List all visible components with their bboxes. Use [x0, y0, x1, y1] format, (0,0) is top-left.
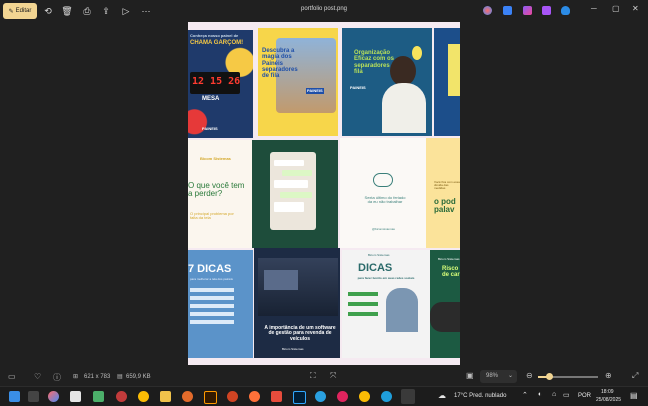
illustrator-icon[interactable] [204, 391, 217, 404]
app-icon[interactable] [271, 391, 282, 402]
actual-size-icon[interactable]: ▣ [466, 371, 474, 380]
dimensions-icon: ⊞ [73, 374, 79, 380]
zoom-slider[interactable] [538, 373, 598, 380]
post-brand: PAINEIS [350, 85, 366, 90]
network-icon[interactable]: ⌂ [552, 391, 556, 398]
post-text: Você fica com essa dúvida das medidas [434, 180, 460, 191]
post-logo: Bicom Sistemas [368, 253, 390, 257]
clock-display: 12 15 26 [192, 76, 241, 87]
post-dicas-redes: Bicom Sistemas DICAS para fazer bonito e… [342, 250, 430, 358]
chrome-icon[interactable] [359, 391, 370, 402]
post-text: para fazer bonito em suas redes sociais [357, 276, 415, 280]
close-icon[interactable]: ✕ [632, 4, 639, 13]
copilot-taskbar-icon[interactable] [48, 391, 59, 402]
filmstrip-icon[interactable]: ▭ [8, 372, 16, 381]
post-title: Descubra a magia dos Painéis separadores… [262, 48, 298, 80]
post-text: para melhorar a tela dos painéis [190, 277, 233, 281]
post-title: DICAS [358, 262, 393, 274]
task-view-icon[interactable] [28, 391, 39, 402]
post-chama-garcom: Conheça nosso painel de CHAMA GARÇOM! 12… [188, 30, 253, 138]
post-title: A importância de um software de gestão p… [264, 325, 336, 342]
compare-icon[interactable]: ⤧ [330, 371, 336, 381]
clock-date[interactable]: 25/08/2025 [596, 397, 621, 403]
app-icon[interactable] [182, 391, 193, 402]
clipchamp-icon[interactable] [523, 6, 532, 15]
photos-taskbar-icon[interactable] [401, 389, 415, 404]
chrome-icon[interactable] [138, 391, 149, 402]
post-sexta-feriado: Sexta último do feriado da eu não trabal… [340, 138, 430, 248]
weather-icon: ☁ [438, 391, 446, 400]
notification-icon[interactable]: ▤ [630, 391, 638, 400]
post-brand: PAINEIS [202, 126, 218, 131]
minimize-icon[interactable]: ─ [591, 4, 597, 13]
post-partial-right-1 [434, 28, 460, 136]
post-badge: PAINEIS [306, 88, 324, 95]
image-dimensions: 621 x 783 [84, 374, 111, 380]
edge-icon[interactable] [381, 391, 392, 402]
file-explorer-icon[interactable] [160, 391, 171, 402]
post-partial-right-3: Bicom Sistemas Risco de car [430, 250, 460, 358]
post-paineis-separadores: Descubra a magia dos Painéis separadores… [258, 28, 338, 136]
post-partial-right-2: Você fica com essa dúvida das medidas o … [426, 138, 460, 248]
post-software-gestao: A importância de um software de gestão p… [254, 248, 340, 358]
start-windows-icon[interactable] [9, 391, 20, 402]
fit-screen-icon[interactable]: ⛶ [310, 371, 316, 381]
photos-app-icon[interactable] [542, 6, 551, 15]
post-text: Conheça nosso painel de [190, 33, 239, 38]
info-icon[interactable]: ⓘ [53, 372, 61, 383]
zoom-slider-thumb[interactable] [546, 373, 553, 380]
zoom-select[interactable]: 98% ⌄ [480, 370, 517, 383]
post-logo: Bicom Sistemas [200, 156, 231, 161]
tray-icon[interactable]: ◐ [538, 391, 542, 398]
image-canvas[interactable]: Conheça nosso painel de CHAMA GARÇOM! 12… [188, 22, 460, 365]
clock-time[interactable]: 18:09 [601, 389, 614, 395]
onedrive-icon[interactable] [561, 6, 570, 15]
app-icon[interactable] [227, 391, 238, 402]
battery-icon[interactable]: ▭ [563, 391, 570, 399]
photoshop-icon[interactable] [293, 391, 306, 404]
chevron-up-icon[interactable]: ⌃ [522, 391, 528, 399]
chevron-down-icon: ⌄ [508, 373, 514, 379]
top-toolbar: ✎ Editar ⟲ 🗑 ⎙ ⇪ ▷ ⋯ portfolio post.png … [0, 0, 648, 22]
status-bar: ▭ ♡ ⓘ ⊞ 621 x 783 ▤ 659,9 KB ⛶ ⤧ ▣ 98% ⌄… [0, 368, 648, 386]
post-caption: Sexta último do feriado da eu não trabal… [364, 195, 406, 205]
zoom-out-icon[interactable]: ⊖ [526, 371, 533, 380]
app-icon[interactable] [93, 391, 104, 402]
post-title: O que você tem a perder? [188, 181, 245, 199]
post-title: o pod palav [434, 197, 456, 215]
zoom-value: 98% [486, 373, 499, 379]
file-size: 659,9 KB [126, 374, 151, 380]
app-icon[interactable] [337, 391, 348, 402]
weather-text[interactable]: 17°C Pred. nublado [454, 393, 506, 399]
app-icon[interactable] [116, 391, 127, 402]
post-logo: Bicom Sistemas [438, 257, 460, 261]
telegram-icon[interactable] [315, 391, 326, 402]
maximize-icon[interactable]: ▢ [612, 4, 620, 13]
filesize-icon: ▤ [117, 374, 123, 380]
fullscreen-icon[interactable]: ⤢ [632, 371, 638, 381]
post-handle: @bicomsistemas [372, 227, 395, 231]
post-title: CHAMA GARÇOM! [190, 40, 244, 46]
zoom-in-icon[interactable]: ⊕ [605, 371, 612, 380]
favorite-heart-icon[interactable]: ♡ [34, 372, 41, 381]
designer-icon[interactable] [503, 6, 512, 15]
post-title: 7 DICAS [188, 263, 232, 275]
post-7-dicas: 7 DICAS para melhorar a tela dos painéis [188, 250, 253, 358]
firefox-icon[interactable] [249, 391, 260, 402]
post-text: O principal problema por falta da tela [190, 211, 234, 221]
copilot-icon[interactable] [483, 6, 492, 15]
post-logo: Bicom Sistemas [282, 347, 304, 351]
language-indicator[interactable]: POR [578, 393, 591, 399]
taskbar: ☁ 17°C Pred. nublado ⌃ ◐ ⌂ ▭ POR 18:09 2… [0, 386, 648, 406]
post-whatsapp-chat [252, 140, 338, 248]
post-text: MESA [202, 96, 220, 102]
post-organizacao-eficaz: Organização Eficaz com os separadores de… [342, 28, 432, 136]
post-o-que-voce: Bicom Sistemas O que você tem a perder? … [188, 140, 253, 248]
post-title: Risco de car [442, 266, 460, 279]
app-icon[interactable] [70, 391, 81, 402]
